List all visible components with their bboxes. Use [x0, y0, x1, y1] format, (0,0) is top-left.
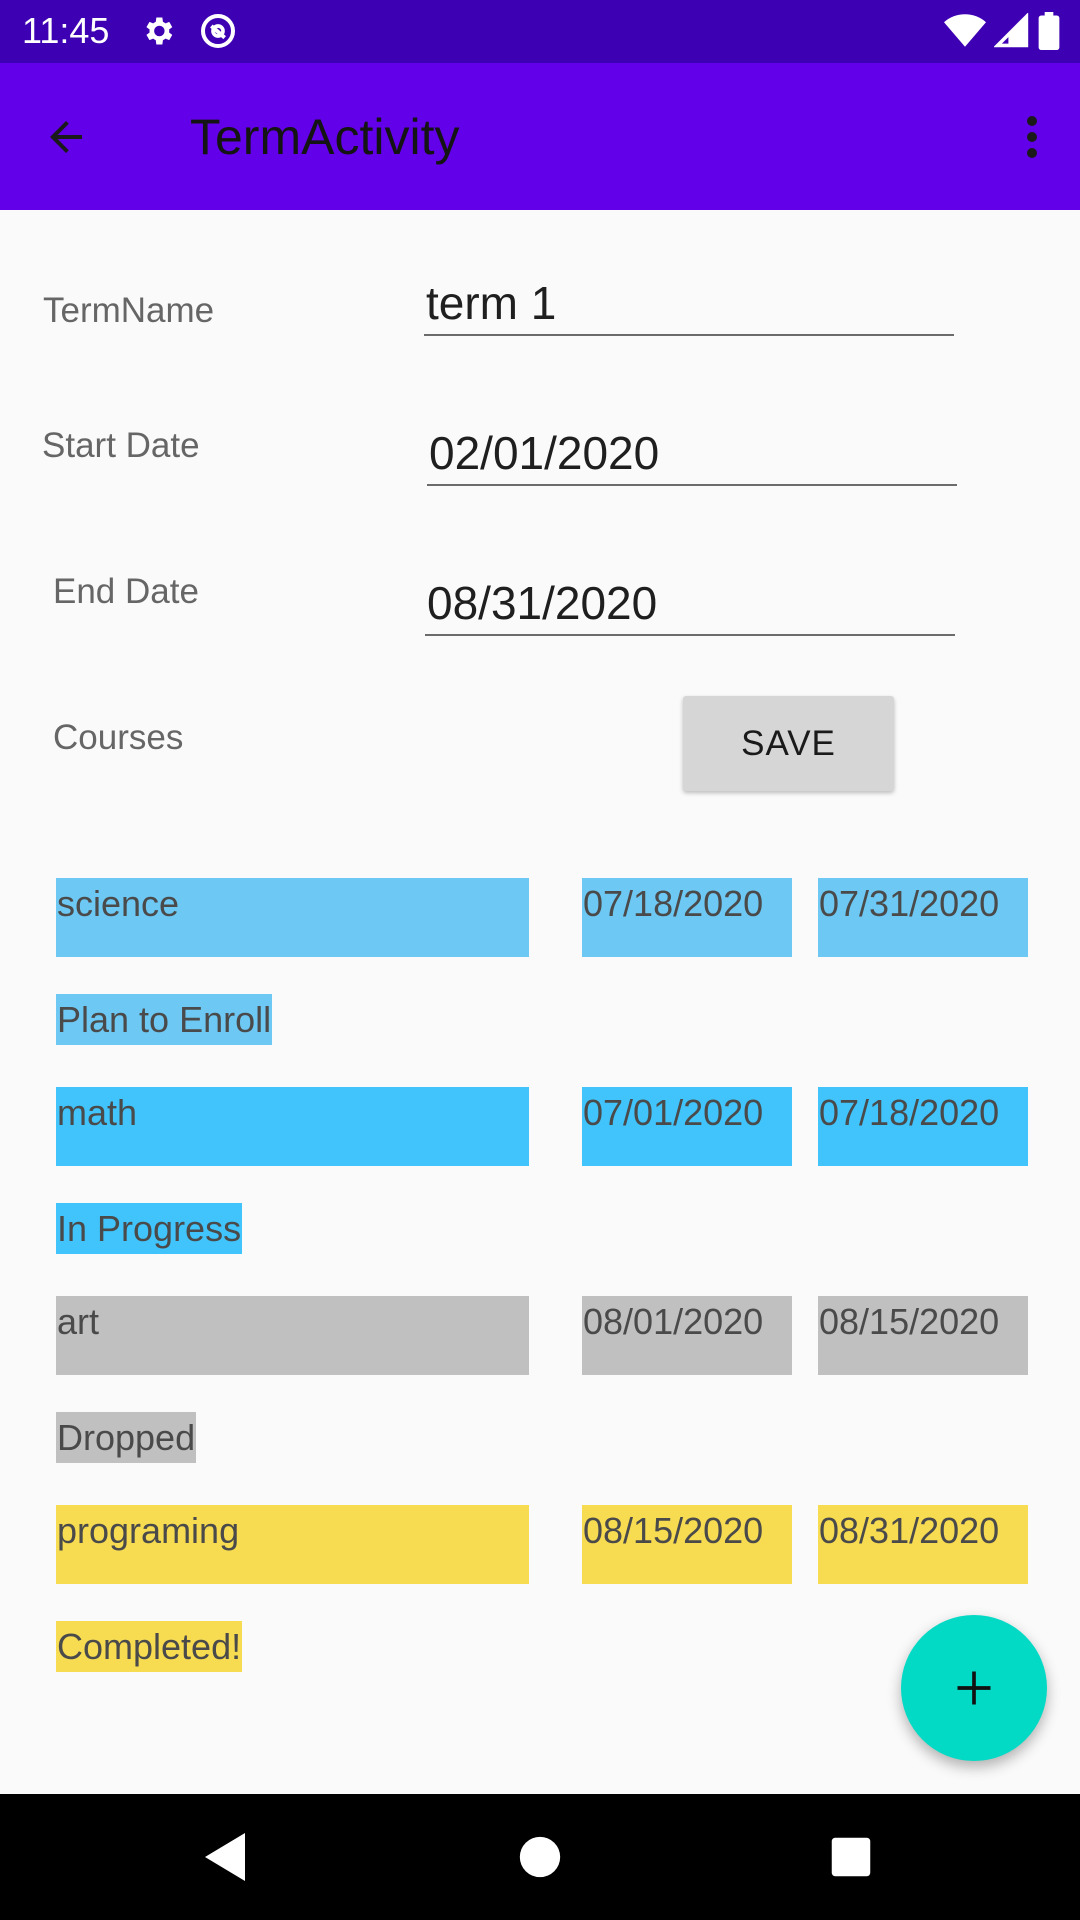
nav-home-icon [519, 1836, 561, 1878]
more-vert-icon [1027, 116, 1037, 158]
course-status: Dropped [56, 1412, 197, 1463]
course-end-date: 07/31/2020 [818, 878, 1028, 957]
end-date-field[interactable] [425, 572, 955, 636]
course-name: science [56, 878, 529, 957]
course-end-date: 07/18/2020 [818, 1087, 1028, 1166]
nav-back-icon [205, 1833, 245, 1881]
course-end-date: 08/31/2020 [818, 1505, 1028, 1584]
gear-icon [140, 13, 176, 54]
course-start-date: 08/15/2020 [582, 1505, 792, 1584]
course-start-date: 07/01/2020 [582, 1087, 792, 1166]
start-date-label: Start Date [42, 426, 200, 465]
term-name-field[interactable] [424, 272, 954, 336]
course-name: math [56, 1087, 529, 1166]
wifi-icon [944, 13, 986, 54]
course-start-date: 07/18/2020 [582, 878, 792, 957]
at-sign-icon [198, 11, 238, 56]
status-icons [944, 12, 1060, 55]
course-status: In Progress [56, 1203, 243, 1254]
nav-recents-icon [831, 1837, 871, 1877]
nav-home-button[interactable] [507, 1824, 573, 1890]
course-start-date: 08/01/2020 [582, 1296, 792, 1375]
arrow-back-icon [50, 121, 82, 153]
course-status: Completed! [56, 1621, 243, 1672]
course-end-date: 08/15/2020 [818, 1296, 1028, 1375]
status-time: 11:45 [22, 10, 110, 51]
battery-icon [1038, 12, 1060, 55]
nav-recents-button[interactable] [818, 1824, 884, 1890]
nav-back-button[interactable] [192, 1824, 258, 1890]
overflow-menu-button[interactable] [1008, 107, 1056, 167]
courses-label: Courses [53, 718, 184, 757]
add-course-button[interactable] [901, 1615, 1047, 1761]
start-date-field[interactable] [427, 422, 957, 486]
back-button[interactable] [36, 107, 96, 167]
signal-icon [993, 12, 1030, 54]
status-bar: 11:45 [0, 0, 1080, 63]
end-date-label: End Date [53, 572, 199, 611]
system-nav-bar [0, 1794, 1080, 1920]
course-name: art [56, 1296, 529, 1375]
course-status: Plan to Enroll [56, 994, 273, 1045]
course-name: programing [56, 1505, 529, 1584]
save-button[interactable]: SAVE [683, 696, 894, 791]
page-title: TermActivity [190, 109, 460, 165]
term-name-label: TermName [43, 291, 215, 330]
plus-icon [957, 1671, 991, 1705]
app-bar: TermActivity [0, 63, 1080, 210]
